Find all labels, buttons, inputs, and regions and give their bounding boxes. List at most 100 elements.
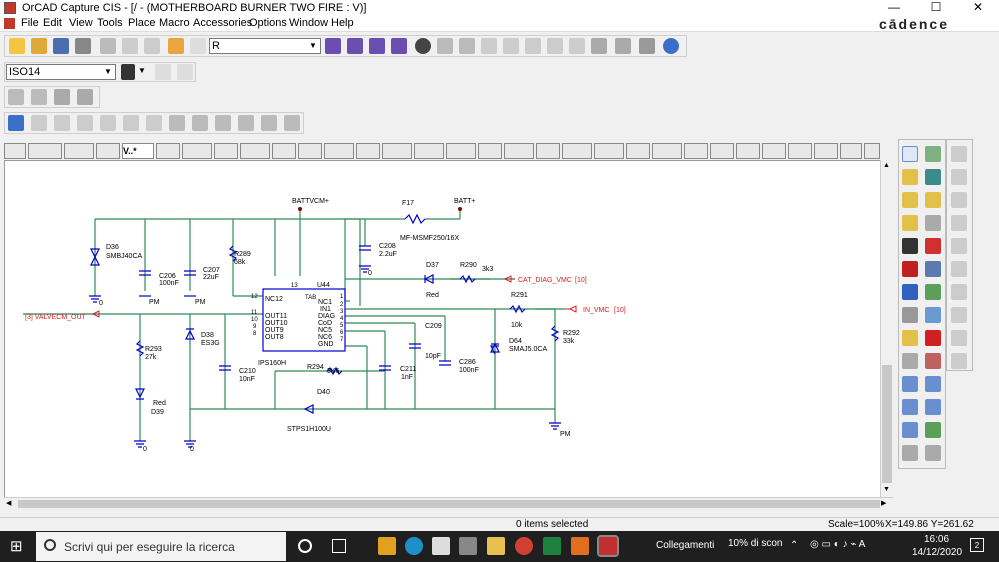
tool-d-icon[interactable]	[951, 215, 967, 231]
zoom-tool-icon[interactable]	[238, 115, 254, 131]
netlist-icon[interactable]	[481, 38, 497, 54]
c286-cap[interactable]	[439, 360, 451, 366]
polyline-icon[interactable]	[925, 399, 941, 415]
doc-tab[interactable]	[652, 143, 682, 159]
doc-tab[interactable]	[272, 143, 296, 159]
zoom-out-icon[interactable]	[347, 38, 363, 54]
select-icon[interactable]	[902, 146, 918, 162]
ellipse-icon[interactable]	[902, 399, 918, 415]
tool-i-icon[interactable]	[951, 330, 967, 346]
doc-tab[interactable]	[840, 143, 862, 159]
place-power-icon[interactable]	[902, 261, 918, 277]
weather-label[interactable]: 10% di scon	[728, 538, 782, 549]
zoom-in-icon[interactable]	[325, 38, 341, 54]
open-icon[interactable]	[31, 38, 47, 54]
hier-port-icon[interactable]	[902, 307, 918, 323]
doc-tab[interactable]	[762, 143, 786, 159]
vertical-scrollbar[interactable]: ▲ ▼	[880, 160, 893, 498]
delete-icon[interactable]	[925, 330, 941, 346]
hierarchy-icon[interactable]	[639, 38, 655, 54]
menu-tools[interactable]: Tools	[97, 17, 123, 29]
app2-icon[interactable]	[571, 537, 589, 555]
doc-tab[interactable]	[736, 143, 760, 159]
tool-2-icon[interactable]	[54, 115, 70, 131]
tool-j-icon[interactable]	[951, 353, 967, 369]
doc-tab[interactable]	[4, 143, 26, 159]
bezier-icon[interactable]	[902, 445, 918, 461]
doc-tab-active[interactable]: V..*	[122, 143, 154, 159]
valvecm-out-net[interactable]: [3] VALVECM_OUT	[25, 314, 87, 321]
document-icon[interactable]	[4, 18, 15, 29]
bus-entry-icon[interactable]	[925, 192, 941, 208]
scroll-up-icon[interactable]: ▲	[883, 162, 890, 169]
doc-tab[interactable]	[182, 143, 212, 159]
tray-chevron-icon[interactable]: ⌃	[790, 540, 798, 551]
project-icon[interactable]	[591, 38, 607, 54]
menu-window[interactable]: Window	[289, 17, 328, 29]
print-icon[interactable]	[75, 38, 91, 54]
doc-tab[interactable]	[478, 143, 502, 159]
drc-icon[interactable]	[459, 38, 475, 54]
app-icon[interactable]	[459, 537, 477, 555]
notifications-icon[interactable]: 2	[970, 538, 984, 552]
redo-icon[interactable]	[190, 38, 206, 54]
annotate-icon[interactable]	[437, 38, 453, 54]
distribute-icon[interactable]	[54, 89, 70, 105]
net-alias-icon[interactable]	[925, 169, 941, 185]
menu-help[interactable]: Help	[331, 17, 354, 29]
in-vmc-net[interactable]: IN_VMC	[583, 307, 609, 314]
align-left-icon[interactable]	[8, 89, 24, 105]
doc-tab[interactable]	[536, 143, 560, 159]
tool-6-icon[interactable]	[146, 115, 162, 131]
clock-time[interactable]: 16:06	[924, 534, 949, 545]
f17-fuse[interactable]	[404, 213, 426, 225]
cross-ref-icon[interactable]	[547, 38, 563, 54]
tool-f-icon[interactable]	[951, 261, 967, 277]
block-icon[interactable]	[925, 284, 941, 300]
doc-tab[interactable]	[446, 143, 476, 159]
doc-tab[interactable]	[504, 143, 534, 159]
align-center-icon[interactable]	[31, 89, 47, 105]
offpage-icon[interactable]	[902, 330, 918, 346]
cut-icon[interactable]	[100, 38, 116, 54]
pin-icon[interactable]	[902, 353, 918, 369]
line-icon[interactable]	[902, 376, 918, 392]
doc-tab[interactable]	[28, 143, 62, 159]
doc-tab[interactable]	[414, 143, 444, 159]
doc-tab[interactable]	[214, 143, 238, 159]
doc-tab[interactable]	[240, 143, 270, 159]
chevron-down-icon[interactable]: ▼	[138, 66, 148, 76]
copy-icon[interactable]	[122, 38, 138, 54]
horizontal-scrollbar[interactable]: ◀ ▶	[4, 497, 893, 510]
doc-tab[interactable]	[626, 143, 650, 159]
menu-place[interactable]: Place	[128, 17, 156, 29]
save-icon[interactable]	[53, 38, 69, 54]
doc-tab[interactable]	[382, 143, 412, 159]
cat-diag-net[interactable]: CAT_DIAG_VMC	[518, 277, 572, 284]
zoom-tool-2-icon[interactable]	[261, 115, 277, 131]
doc-tab[interactable]	[156, 143, 180, 159]
chevron-down-icon[interactable]: ▼	[102, 66, 114, 78]
arc-icon[interactable]	[925, 376, 941, 392]
previous-icon[interactable]	[155, 64, 171, 80]
junction-icon[interactable]	[902, 215, 918, 231]
doc-tab[interactable]	[96, 143, 120, 159]
orcad-taskbar-icon[interactable]	[597, 535, 619, 557]
menu-macro[interactable]: Macro	[159, 17, 190, 29]
minimize-button[interactable]: —	[874, 0, 914, 16]
edge-icon[interactable]	[405, 537, 423, 555]
tool-c-icon[interactable]	[951, 192, 967, 208]
task-view-icon[interactable]	[332, 539, 346, 553]
place-vcc-icon[interactable]	[925, 261, 941, 277]
bus-icon[interactable]	[902, 192, 918, 208]
file-explorer-icon[interactable]	[378, 537, 396, 555]
no-connect-icon[interactable]	[925, 238, 941, 254]
eraser-icon[interactable]	[925, 353, 941, 369]
zoom-tool-3-icon[interactable]	[284, 115, 300, 131]
chrome-icon[interactable]	[515, 537, 533, 555]
part-combo[interactable]: ISO14 ▼	[6, 64, 116, 80]
part-icon[interactable]	[615, 38, 631, 54]
scroll-right-icon[interactable]: ▶	[881, 499, 886, 507]
cortana-icon[interactable]	[298, 539, 312, 553]
tool-4-icon[interactable]	[100, 115, 116, 131]
